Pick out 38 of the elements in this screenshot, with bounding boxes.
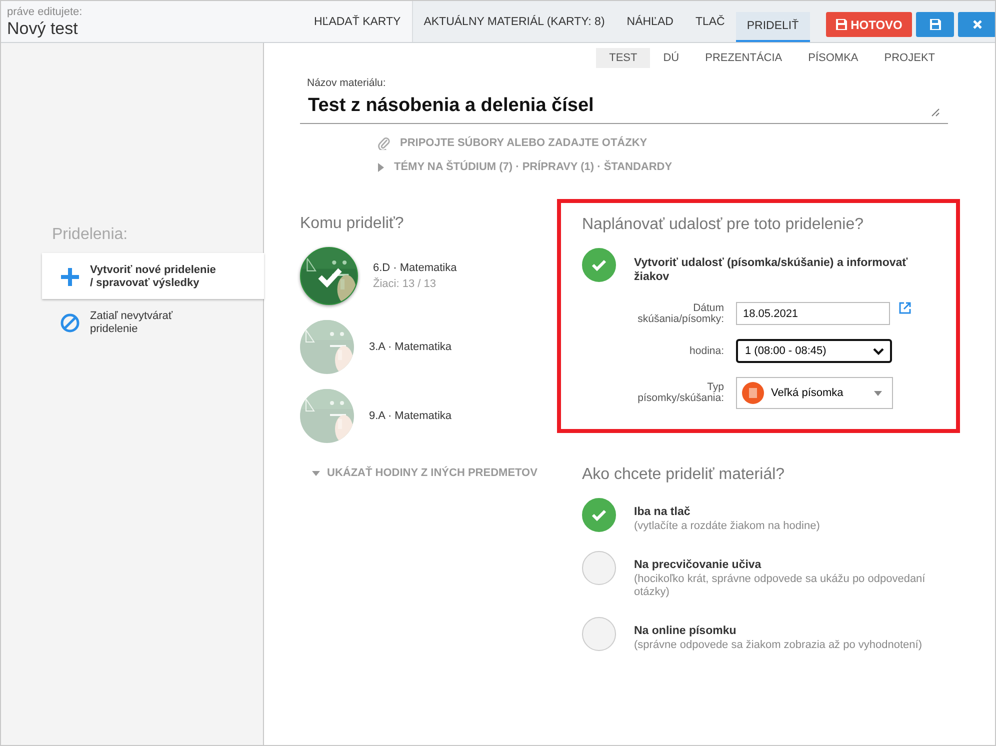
tab[interactable]: HĽADAŤ KARTY — [303, 1, 413, 42]
sidebar-item[interactable]: Vytvoriť nové pridelenie / spravovať výsledky — [42, 253, 264, 299]
option-description: (správne odpovede sa žiakom zobrazia až po vyhodnotení) — [634, 639, 924, 652]
field-label: Názov materiálu: — [307, 77, 387, 89]
tab[interactable]: PREZENTÁCIA — [692, 48, 796, 68]
option-label: Iba na tlač — [634, 506, 692, 518]
class-item[interactable]: 6.D · Matematika Žiaci: 13 / 13 — [300, 247, 537, 305]
field-label: hodina: — [688, 346, 724, 356]
section-title: Ako chcete prideliť materiál? — [582, 466, 786, 484]
section-title: Komu prideliť? — [300, 215, 405, 233]
document-title: Nový test — [7, 19, 79, 39]
option-label: Vytvoriť udalosť (písomka/skúšanie) a informovať žiakov — [634, 256, 909, 284]
class-name: 9.A · Matematika — [369, 410, 452, 422]
option-description: (hocikoľko krát, správne odpovede sa ukážu po odpovedaní otázky) — [634, 573, 926, 599]
tab[interactable]: PROJEKT — [871, 48, 948, 68]
class-item[interactable]: 3.A · Matematika — [300, 320, 537, 374]
student-count: Žiaci: 13 / 13 — [373, 278, 437, 290]
class-name: 3.A · Matematika — [369, 341, 452, 353]
date-field[interactable]: 18.05.2021 — [736, 302, 890, 325]
done-button[interactable]: HOTOVO — [826, 12, 912, 37]
section-title: Pridelenia: — [52, 226, 129, 244]
editing-label: práve editujete: — [7, 6, 84, 18]
section-title: Naplánovať udalosť pre toto pridelenie? — [582, 216, 865, 234]
title-field[interactable]: Test z násobenia a delenia čísel — [300, 89, 948, 124]
class-name: 6.D · Matematika — [373, 262, 457, 274]
field-label: Dátum skúšania/písomky: — [636, 302, 724, 324]
tab[interactable]: PRIDELIŤ — [736, 12, 810, 42]
field-label: Typ písomky/skúšania: — [636, 382, 724, 404]
option-label: Na precvičovanie učiva — [634, 559, 762, 571]
tab[interactable]: PÍSOMKA — [795, 48, 872, 68]
sidebar-item[interactable]: Zatiaľ nevytvárať pridelenie — [42, 299, 263, 345]
period-dropdown[interactable]: 1 (08:00 - 08:45) — [736, 339, 892, 363]
tab[interactable]: TEST — [596, 48, 650, 68]
class-item[interactable]: 9.A · Matematika — [300, 389, 537, 443]
tab[interactable]: DÚ — [650, 48, 692, 68]
type-dropdown[interactable]: Veľká písomka — [736, 377, 893, 409]
option-description: (vytlačíte a rozdáte žiakom na hodine) — [634, 520, 821, 533]
option-label: Na online písomku — [634, 625, 738, 637]
